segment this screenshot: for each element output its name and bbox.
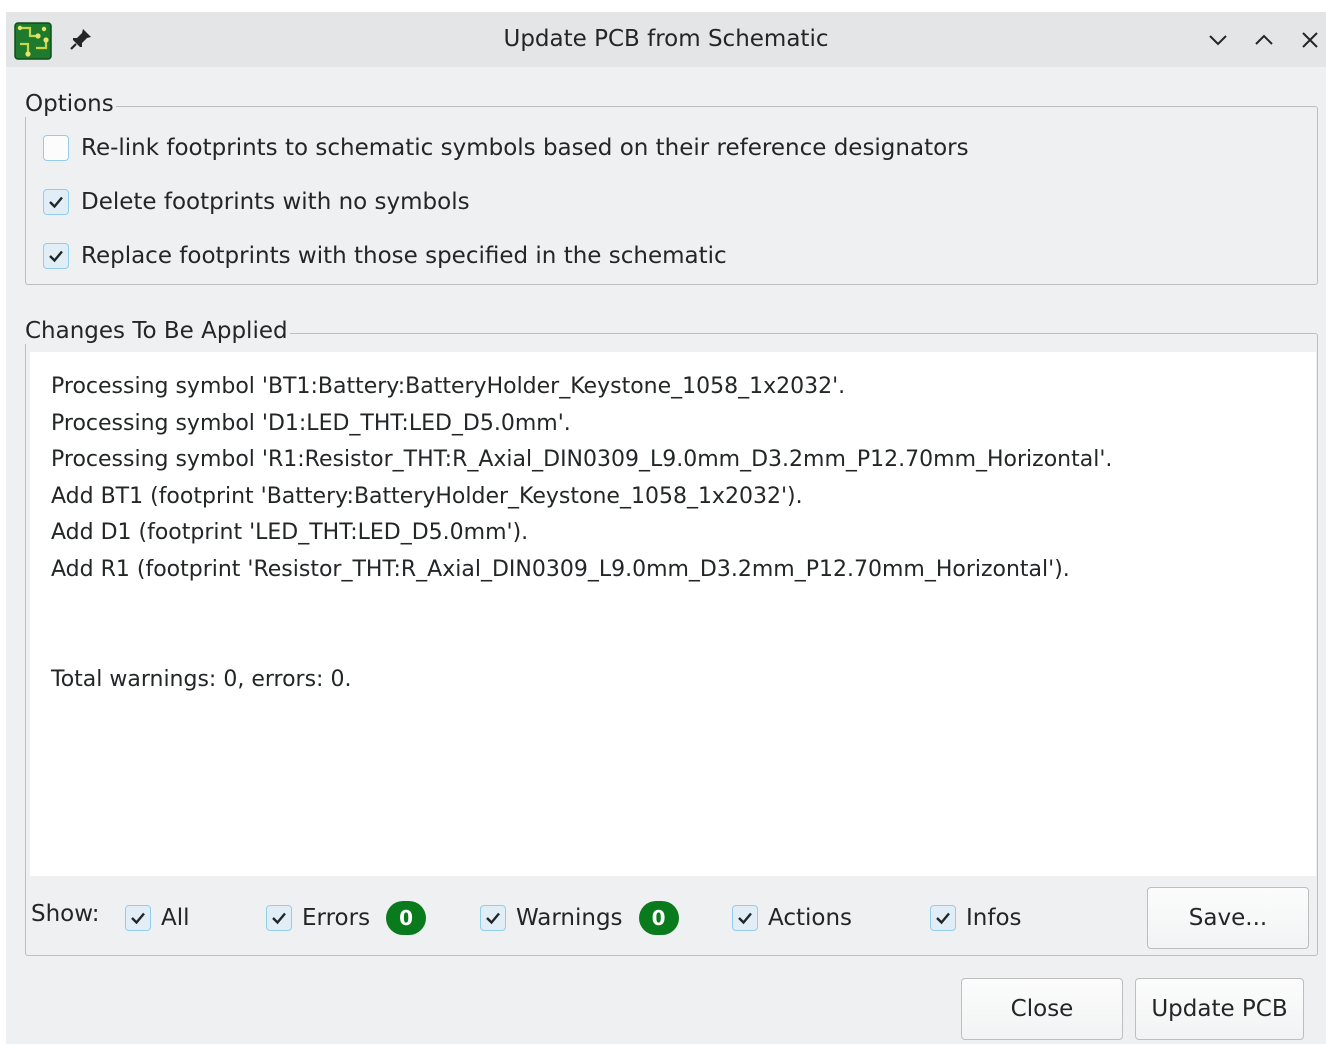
- relink-checkbox[interactable]: [43, 135, 69, 161]
- all-label: All: [161, 905, 190, 931]
- window-title: Update PCB from Schematic: [503, 26, 829, 52]
- summary-line: Total warnings: 0, errors: 0.: [51, 667, 352, 692]
- show-label: Show:: [31, 901, 100, 927]
- checkmark-icon: [131, 912, 145, 925]
- actions-checkbox[interactable]: [732, 905, 758, 931]
- warnings-label: Warnings: [516, 905, 623, 931]
- infos-checkbox[interactable]: [930, 905, 956, 931]
- message-line: Add BT1 (footprint 'Battery:BatteryHolde…: [51, 484, 803, 509]
- message-line: Add D1 (footprint 'LED_THT:LED_D5.0mm').: [51, 520, 529, 545]
- filter-warnings[interactable]: Warnings 0: [480, 901, 679, 935]
- filter-all[interactable]: All: [125, 901, 190, 935]
- warnings-checkbox[interactable]: [480, 905, 506, 931]
- errors-checkbox[interactable]: [266, 905, 292, 931]
- update-pcb-button[interactable]: Update PCB: [1135, 978, 1304, 1040]
- title-bar: Update PCB from Schematic: [6, 12, 1326, 67]
- message-line: Processing symbol 'D1:LED_THT:LED_D5.0mm…: [51, 411, 571, 436]
- save-button[interactable]: Save...: [1147, 887, 1309, 949]
- filter-actions[interactable]: Actions: [732, 901, 852, 935]
- filter-errors[interactable]: Errors 0: [266, 901, 427, 935]
- maximize-icon[interactable]: [1250, 26, 1278, 54]
- replace-label: Replace footprints with those specified …: [81, 243, 727, 269]
- options-title: Options: [25, 91, 116, 117]
- message-line: Add R1 (footprint 'Resistor_THT:R_Axial_…: [51, 557, 1070, 582]
- relink-option[interactable]: Re-link footprints to schematic symbols …: [43, 131, 969, 165]
- replace-checkbox[interactable]: [43, 243, 69, 269]
- warnings-count-badge: 0: [638, 901, 679, 935]
- checkmark-icon: [272, 912, 286, 925]
- actions-label: Actions: [768, 905, 853, 931]
- close-button[interactable]: Close: [961, 978, 1123, 1040]
- delete-label: Delete footprints with no symbols: [81, 189, 470, 215]
- infos-label: Infos: [966, 905, 1022, 931]
- message-line: Processing symbol 'R1:Resistor_THT:R_Axi…: [51, 447, 1113, 472]
- replace-option[interactable]: Replace footprints with those specified …: [43, 239, 727, 273]
- minimize-icon[interactable]: [1204, 26, 1232, 54]
- close-icon[interactable]: [1296, 26, 1324, 54]
- errors-count-badge: 0: [386, 901, 427, 935]
- checkmark-icon: [49, 250, 63, 263]
- checkmark-icon: [738, 912, 752, 925]
- all-checkbox[interactable]: [125, 905, 151, 931]
- dialog-window: Update PCB from Schematic Options Re-lin…: [6, 12, 1326, 1044]
- changes-message-panel[interactable]: Processing symbol 'BT1:Battery:BatteryHo…: [30, 352, 1316, 876]
- checkmark-icon: [936, 912, 950, 925]
- delete-option[interactable]: Delete footprints with no symbols: [43, 185, 470, 219]
- errors-label: Errors: [302, 905, 371, 931]
- relink-label: Re-link footprints to schematic symbols …: [81, 135, 969, 161]
- filter-infos[interactable]: Infos: [930, 901, 1022, 935]
- delete-checkbox[interactable]: [43, 189, 69, 215]
- changes-title: Changes To Be Applied: [25, 318, 290, 344]
- checkmark-icon: [49, 196, 63, 209]
- checkmark-icon: [486, 912, 500, 925]
- message-line: Processing symbol 'BT1:Battery:BatteryHo…: [51, 374, 846, 399]
